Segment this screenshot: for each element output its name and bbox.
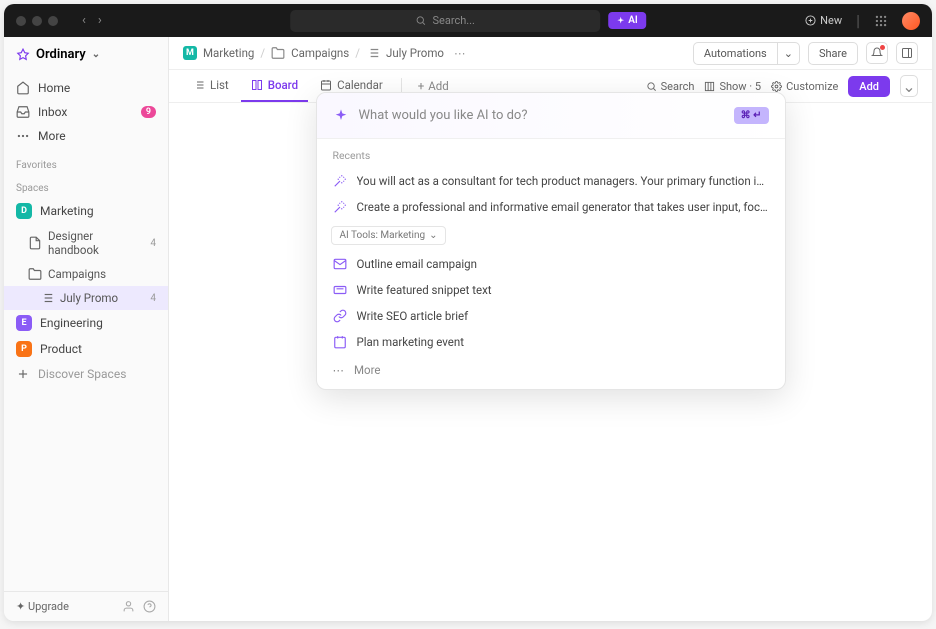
breadcrumb-july-promo[interactable]: July Promo	[386, 46, 444, 60]
plus-icon	[16, 367, 30, 381]
notification-dot	[880, 45, 885, 50]
workspace-logo-icon	[16, 48, 30, 62]
space-marketing[interactable]: D Marketing	[4, 198, 168, 224]
ai-more[interactable]: ⋯ More	[317, 355, 785, 389]
chevron-down-icon: ⌄	[92, 49, 100, 60]
action-customize[interactable]: Customize	[771, 80, 838, 93]
panel-toggle[interactable]	[896, 42, 918, 64]
recent-item-1[interactable]: You will act as a consultant for tech pr…	[317, 168, 785, 194]
user-avatar[interactable]	[902, 12, 920, 30]
automations-button[interactable]: Automations	[693, 42, 777, 65]
card-icon	[333, 283, 347, 297]
global-search[interactable]: Search...	[290, 10, 600, 32]
tool-plan-event[interactable]: Plan marketing event	[317, 329, 785, 355]
columns-icon	[704, 81, 715, 92]
nav-back[interactable]: ‹	[78, 11, 90, 30]
recent-item-2[interactable]: Create a professional and informative em…	[317, 194, 785, 220]
notifications-button[interactable]	[866, 42, 888, 64]
nav-inbox[interactable]: Inbox 9	[4, 100, 168, 124]
document-icon	[28, 236, 42, 250]
mail-icon	[333, 257, 347, 271]
user-icon[interactable]	[122, 600, 135, 613]
folder-campaigns[interactable]: Campaigns	[4, 262, 168, 286]
space-badge-icon: E	[16, 315, 32, 331]
link-icon	[333, 309, 347, 323]
folder-designer-handbook[interactable]: Designer handbook 4	[4, 224, 168, 262]
inbox-badge: 9	[141, 106, 156, 118]
ai-modal: What would you like AI to do? ⌘ ↵ Recent…	[316, 92, 786, 390]
share-button[interactable]: Share	[808, 42, 858, 65]
list-july-promo[interactable]: July Promo 4	[4, 286, 168, 310]
nav-home[interactable]: Home	[4, 76, 168, 100]
search-icon	[646, 81, 657, 92]
automations-dropdown[interactable]: ⌄	[777, 42, 800, 65]
folder-icon	[271, 46, 285, 60]
space-badge-icon: P	[16, 341, 32, 357]
action-search[interactable]: Search	[646, 80, 695, 93]
inbox-icon	[16, 105, 30, 119]
space-badge-icon: D	[16, 203, 32, 219]
more-dots-icon: ⋯	[333, 363, 345, 377]
breadcrumb-more-icon[interactable]: ⋯	[454, 46, 466, 60]
main-content: M Marketing / Campaigns / July Promo ⋯ A…	[169, 37, 932, 621]
view-board[interactable]: Board	[241, 70, 308, 102]
search-icon	[415, 15, 426, 26]
workspace-switcher[interactable]: Ordinary ⌄	[4, 37, 168, 72]
nav-forward[interactable]: ›	[94, 11, 106, 30]
settings-icon	[771, 81, 782, 92]
tool-seo-brief[interactable]: Write SEO article brief	[317, 303, 785, 329]
add-dropdown[interactable]: ⌄	[900, 75, 918, 97]
breadcrumb: M Marketing / Campaigns / July Promo ⋯	[183, 46, 466, 60]
recents-label: Recents	[317, 138, 785, 168]
window-controls	[16, 16, 58, 26]
discover-spaces[interactable]: Discover Spaces	[4, 362, 168, 386]
nav-more[interactable]: More	[4, 124, 168, 148]
breadcrumb-space-icon: M	[183, 46, 197, 60]
panel-icon	[901, 47, 913, 59]
breadcrumb-marketing[interactable]: Marketing	[203, 46, 254, 60]
tool-snippet[interactable]: Write featured snippet text	[317, 277, 785, 303]
favorites-label: Favorites	[4, 152, 168, 175]
new-button[interactable]: New	[805, 14, 842, 27]
ai-placeholder: What would you like AI to do?	[359, 108, 724, 123]
ai-input[interactable]: What would you like AI to do? ⌘ ↵	[317, 93, 785, 138]
view-add[interactable]: +Add	[410, 79, 457, 93]
tools-category-chip[interactable]: AI Tools: Marketing ⌄	[331, 226, 447, 245]
sidebar: Ordinary ⌄ Home Inbox 9 More Favorites	[4, 37, 169, 621]
tool-outline-email[interactable]: Outline email campaign	[317, 251, 785, 277]
sparkle-icon	[616, 16, 625, 25]
upgrade-link[interactable]: ✦ Upgrade	[16, 600, 69, 613]
list-icon	[366, 46, 380, 60]
sparkle-icon	[333, 108, 349, 124]
ai-button[interactable]: AI	[608, 12, 646, 29]
workspace-name: Ordinary	[36, 47, 86, 62]
sidebar-footer: ✦ Upgrade	[4, 591, 168, 621]
keyboard-hint: ⌘ ↵	[734, 107, 769, 124]
wand-icon	[333, 174, 347, 188]
maximize-window[interactable]	[48, 16, 58, 26]
titlebar: ‹ › Search... AI New |	[4, 4, 932, 37]
space-engineering[interactable]: E Engineering	[4, 310, 168, 336]
more-icon	[16, 129, 30, 143]
apps-icon[interactable]	[874, 14, 888, 28]
folder-icon	[28, 267, 42, 281]
calendar-icon	[320, 79, 332, 91]
spaces-label: Spaces	[4, 175, 168, 198]
search-placeholder: Search...	[432, 14, 475, 27]
list-icon	[40, 291, 54, 305]
wand-icon	[333, 200, 347, 214]
action-show[interactable]: Show · 5	[704, 80, 761, 93]
calendar-icon	[333, 335, 347, 349]
close-window[interactable]	[16, 16, 26, 26]
breadcrumb-campaigns[interactable]: Campaigns	[291, 46, 349, 60]
board-icon	[251, 79, 263, 91]
plus-circle-icon	[805, 15, 816, 26]
minimize-window[interactable]	[32, 16, 42, 26]
space-product[interactable]: P Product	[4, 336, 168, 362]
home-icon	[16, 81, 30, 95]
add-task-button[interactable]: Add	[848, 76, 890, 97]
help-icon[interactable]	[143, 600, 156, 613]
list-icon	[193, 79, 205, 91]
view-list[interactable]: List	[183, 70, 239, 102]
